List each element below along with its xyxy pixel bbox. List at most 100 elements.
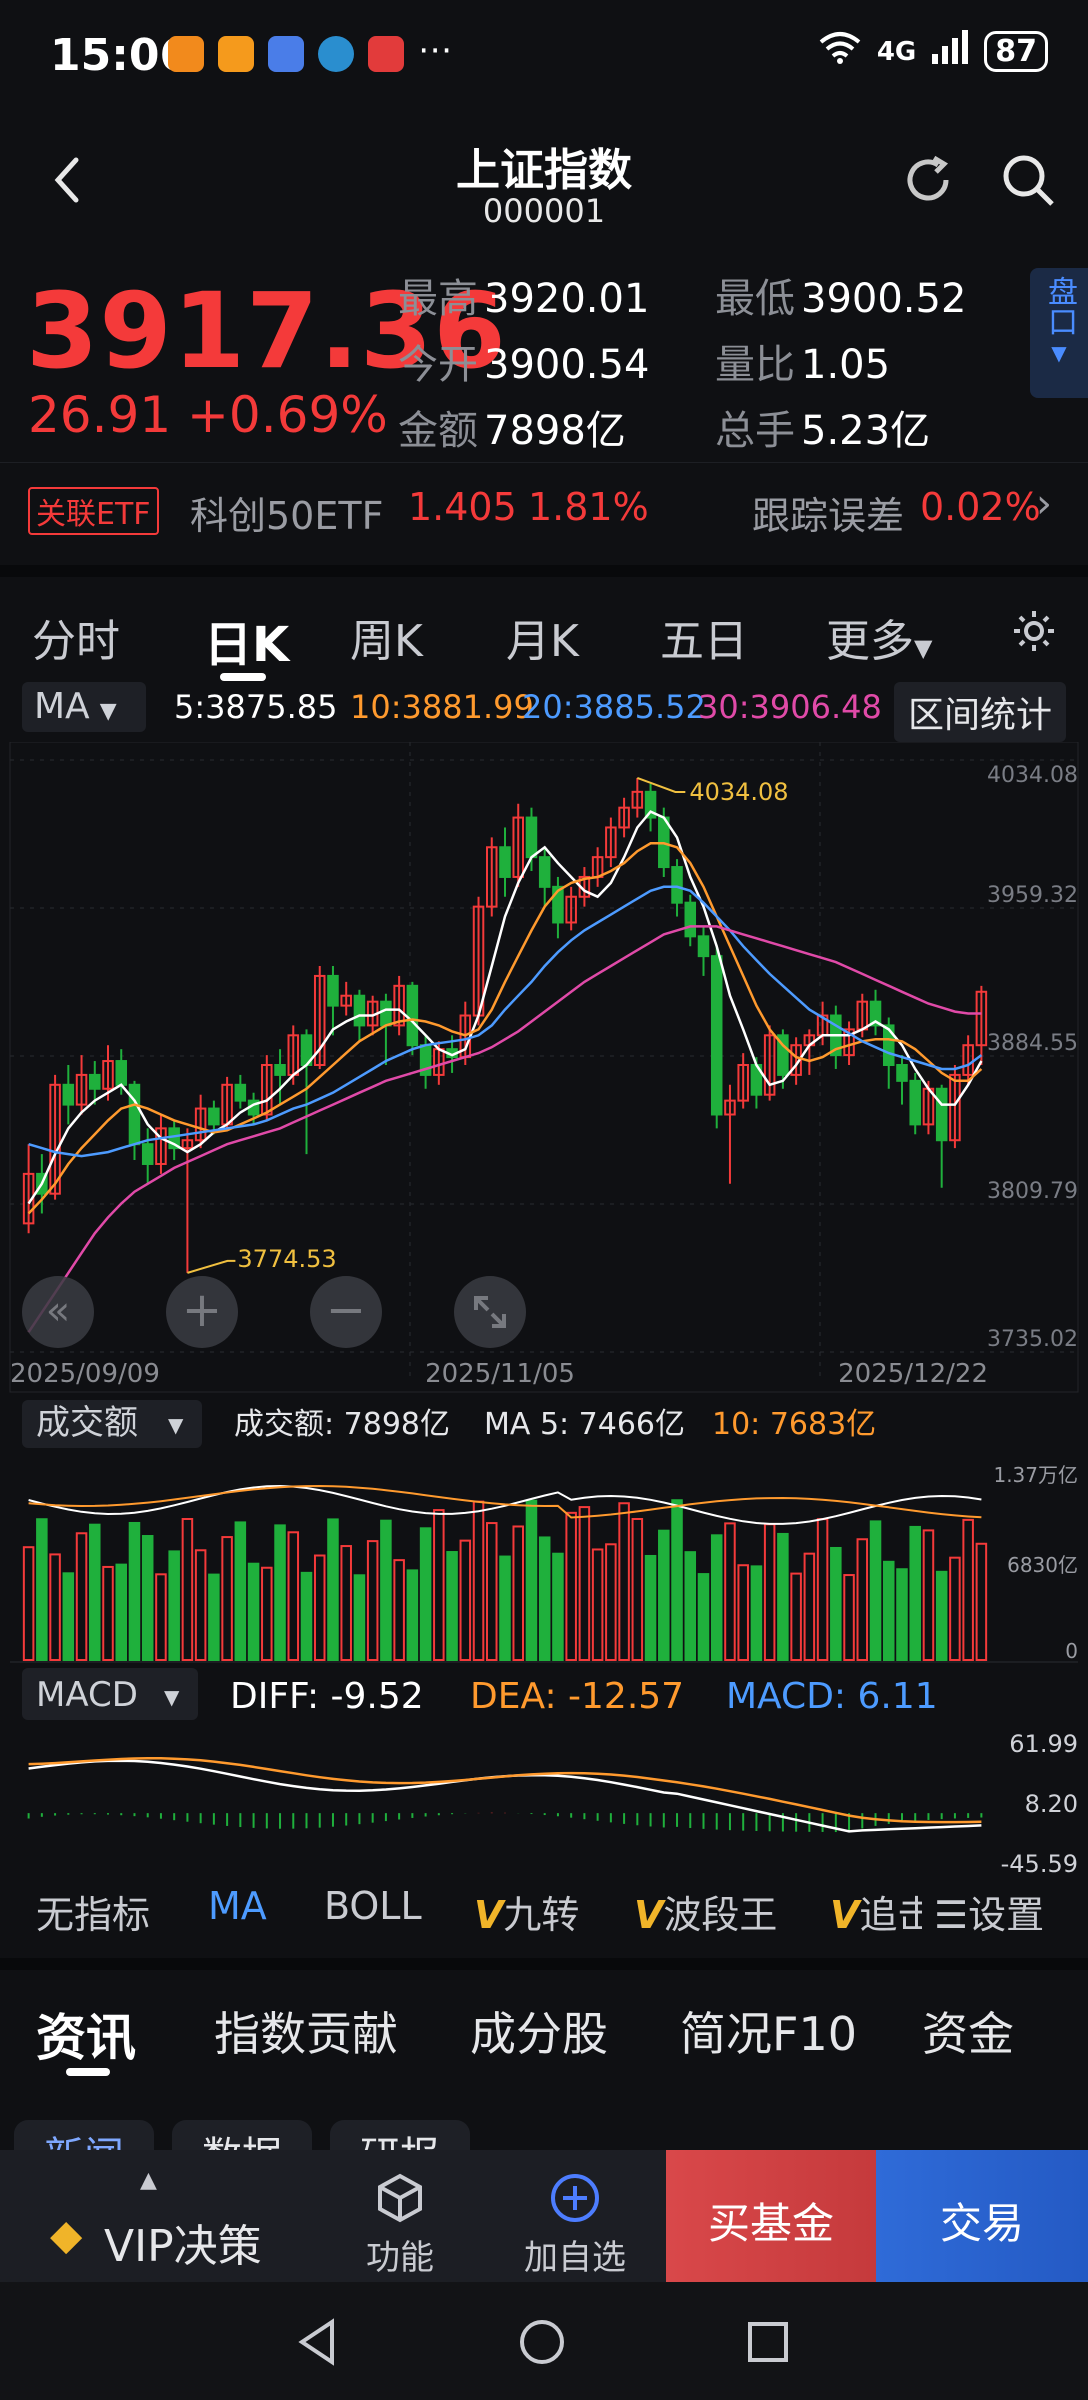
tab-f10[interactable]: 简况F10: [680, 1998, 857, 2064]
macd-y-tick: 8.20: [1025, 1790, 1078, 1818]
volume-bar-down: [128, 1521, 141, 1661]
stat-open: 今开 3900.54: [398, 332, 649, 390]
tab-constituents[interactable]: 成分股: [470, 1998, 608, 2064]
tab-news[interactable]: 资讯: [36, 1998, 136, 2070]
zoom-out-button[interactable]: −: [310, 1276, 382, 1348]
candle-down: [935, 1087, 948, 1142]
volume-bar-up: [578, 1506, 591, 1661]
volume-bar-down: [234, 1521, 247, 1661]
volume-bar-up: [194, 1549, 207, 1661]
indicator-ma[interactable]: MA: [208, 1884, 267, 1928]
indicator-jiuzhuan[interactable]: V九转: [474, 1884, 579, 1939]
refresh-icon[interactable]: [898, 150, 958, 214]
network-type: 4G: [876, 36, 917, 67]
volume-bar-up: [433, 1509, 445, 1662]
notification-app-icon: [368, 36, 404, 72]
volume-bar-down: [525, 1499, 538, 1661]
gear-icon[interactable]: [1010, 607, 1058, 659]
stat-label: 最高: [398, 276, 478, 322]
volume-bar-down: [538, 1536, 551, 1662]
volume-bar-up: [313, 1554, 326, 1662]
kline-chart-svg[interactable]: 4034.08 3959.32 3884.55 3809.79 3735.02 4034.…: [0, 741, 1088, 1882]
volume-y-tick: 1.37万亿: [993, 1463, 1078, 1487]
vip-v-icon: V: [474, 1893, 504, 1937]
macd-selector-label: MACD: [36, 1675, 138, 1715]
volume-ma10-line: [28, 1484, 982, 1519]
chart-area[interactable]: 4034.08 3959.32 3884.55 3809.79 3735.02 4034.…: [0, 741, 1088, 1882]
volume-bar-up: [724, 1522, 736, 1661]
tab-intraday[interactable]: 分时: [32, 605, 120, 669]
stat-value: 3900.52: [801, 276, 967, 322]
volume-bar-down: [419, 1527, 432, 1662]
indicator-boduanwang[interactable]: V波段王: [634, 1884, 777, 1939]
tab-monthly-k[interactable]: 月K: [506, 605, 579, 669]
etf-price: 1.405: [408, 485, 517, 529]
vip-decision-label: VIP决策: [104, 2221, 262, 2272]
volume-bar-up: [261, 1566, 273, 1661]
macd-diff-line: [28, 1759, 982, 1833]
volume-bar-up: [49, 1553, 61, 1661]
signal-icon: [930, 30, 970, 73]
fullscreen-button[interactable]: [454, 1276, 526, 1348]
candle-down: [697, 935, 710, 958]
low-annotation: 3774.53: [237, 1245, 336, 1273]
nav-home-icon[interactable]: [512, 2312, 572, 2372]
buy-fund-button[interactable]: 买基金: [666, 2150, 876, 2282]
notification-app-icon: [168, 36, 204, 72]
stat-label: 今开: [398, 342, 478, 388]
volume-bar-up: [605, 1543, 617, 1662]
scroll-left-button[interactable]: «: [22, 1276, 94, 1348]
vip-decision-button[interactable]: ▲ ◆ VIP决策: [0, 2150, 310, 2282]
panko-button[interactable]: 盘口 ▼: [1030, 268, 1088, 398]
etf-name: 科创50ETF: [190, 494, 384, 538]
trade-button[interactable]: 交易: [876, 2150, 1088, 2282]
volume-bar-down: [247, 1562, 260, 1661]
tab-weekly-k[interactable]: 周K: [350, 605, 423, 669]
low-marker-line: [187, 1259, 236, 1274]
related-etf-row[interactable]: 关联ETF 科创50ETF 1.405 1.81% 跟踪误差 0.02% ›: [0, 462, 1088, 552]
indicator-boll[interactable]: BOLL: [324, 1884, 422, 1928]
indicator-label: 追击: [859, 1893, 922, 1937]
tab-capital[interactable]: 资金: [922, 1998, 1014, 2064]
tracking-label: 跟踪误差: [752, 494, 905, 538]
tab-more[interactable]: 更多▼: [826, 605, 932, 669]
macd-value: MACD: 6.11: [726, 1676, 938, 1717]
stat-volume-ratio: 量比 1.05: [715, 332, 890, 390]
ma-selector[interactable]: MA ▼: [22, 682, 146, 732]
high-annotation: 4034.08: [689, 778, 788, 806]
indicator-zhuiji[interactable]: V追击: [830, 1884, 922, 1939]
volume-bar-down: [274, 1524, 286, 1661]
zoom-in-button[interactable]: +: [166, 1276, 238, 1348]
candle-down: [141, 1143, 154, 1165]
ma30-value: 30:3906.48: [698, 688, 882, 726]
caret-up-icon: ▲: [140, 2168, 157, 2193]
tab-daily-k[interactable]: 日K: [204, 605, 289, 675]
nav-recents-icon[interactable]: [738, 2312, 798, 2372]
search-icon[interactable]: [998, 150, 1058, 214]
action-bar: ▲ ◆ VIP决策 功能 加自选 买基金 交易: [0, 2150, 1088, 2282]
volume-bar-up: [631, 1518, 644, 1661]
ma10-value: 10:3881.99: [350, 688, 534, 726]
system-nav-bar: [0, 2282, 1088, 2400]
tab-five-day[interactable]: 五日: [660, 605, 748, 669]
candle-down: [274, 1064, 286, 1076]
tab-index-contribution[interactable]: 指数贡献: [214, 1998, 398, 2064]
nav-back-icon[interactable]: [288, 2312, 348, 2372]
caret-down-icon: ▼: [164, 1685, 180, 1709]
volume-bar-up: [22, 1546, 35, 1662]
ma5-value: 5:3875.85: [174, 688, 338, 726]
add-watchlist-button[interactable]: 加自选: [500, 2150, 650, 2282]
function-button[interactable]: 功能: [330, 2150, 470, 2282]
candle-down: [909, 1079, 921, 1126]
indicator-none[interactable]: 无指标: [36, 1884, 150, 1939]
tab-more-label: 更多: [826, 616, 914, 667]
candle-down: [684, 901, 697, 938]
chevron-right-icon: ›: [1036, 481, 1052, 527]
stat-value: 1.05: [801, 342, 891, 388]
trade-label: 交易: [939, 2199, 1024, 2248]
status-right: 4G 87: [817, 30, 1048, 73]
stat-amount: 金额 7898亿: [398, 398, 626, 456]
volume-bar-down: [36, 1518, 48, 1661]
indicator-settings[interactable]: ☰设置: [934, 1884, 1045, 1939]
range-stats-button[interactable]: 区间统计: [894, 682, 1067, 742]
